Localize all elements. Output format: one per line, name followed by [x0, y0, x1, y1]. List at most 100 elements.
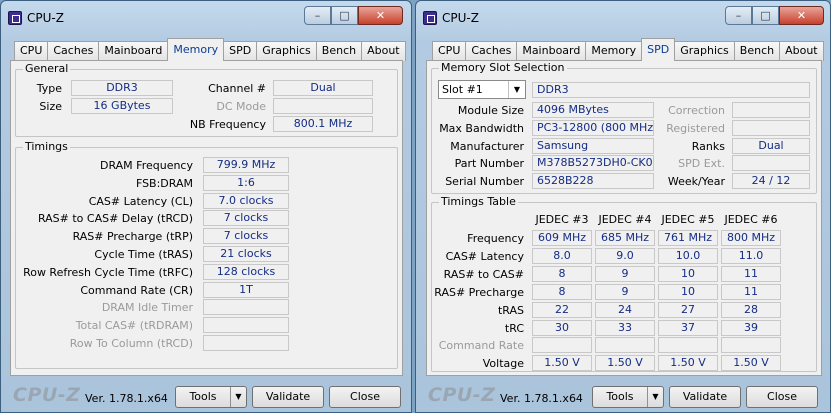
timings-cell	[721, 337, 781, 354]
tab-label: Bench	[321, 44, 357, 57]
title-bar[interactable]: CPU-Z – □ ✕	[416, 1, 830, 32]
close-button[interactable]: Close	[746, 386, 818, 408]
timings-table-group: Timings Table JEDEC #3 JEDEC #4 JEDEC #5 JE…	[431, 195, 817, 372]
timings-cell: 30	[532, 319, 592, 336]
tab-mainboard[interactable]: Mainboard	[516, 41, 587, 61]
timings-cell: 685 MHz	[595, 230, 655, 246]
tab-memory[interactable]: Memory	[167, 38, 225, 61]
timings-cell: 609 MHz	[532, 230, 592, 246]
timings-cell: 9	[595, 265, 655, 282]
timing-value: 21 clocks	[203, 246, 289, 262]
timings-cell: 28	[721, 301, 781, 318]
maximize-button[interactable]: □	[752, 6, 779, 25]
timing-label: Total CAS# (tRDRAM)	[75, 319, 193, 333]
timings-cell: 10	[658, 265, 718, 282]
timings-cell: 11.0	[721, 247, 781, 264]
footer-bar: CPU-Z Ver. 1.78.1.x64 Tools ▼ Validate C…	[416, 381, 830, 411]
timing-label: Command Rate (CR)	[80, 283, 193, 297]
timing-value: 1T	[203, 281, 289, 298]
close-window-button[interactable]: ✕	[779, 6, 824, 25]
tab-graphics[interactable]: Graphics	[256, 41, 317, 61]
spd-field-value	[732, 119, 810, 136]
tab-bar: CPU Caches Mainboard Memory SPD Graphics Bench…	[432, 38, 824, 61]
spd-field-label: Manufacturer	[450, 139, 524, 153]
tab-label: SPD	[647, 43, 670, 56]
jedec-column-header: JEDEC #3	[535, 213, 589, 226]
size-value: 16 GBytes	[71, 98, 173, 114]
spd-field-value: 4096 MBytes	[532, 102, 654, 118]
timings-cell: 8.0	[532, 247, 592, 264]
tab-label: CPU	[20, 44, 43, 57]
timings-row-label: tRC	[504, 321, 524, 335]
timings-cell: 10.0	[658, 247, 718, 264]
timings-row-label: tRAS	[497, 303, 524, 317]
tools-button[interactable]: Tools ▼	[592, 386, 664, 408]
tab-label: Graphics	[680, 44, 729, 57]
validate-button[interactable]: Validate	[252, 386, 324, 408]
window-title: CPU-Z	[442, 11, 479, 25]
timings-row-label: RAS# to CAS#	[443, 267, 524, 281]
tab-label: SPD	[229, 44, 252, 57]
tab-about[interactable]: About	[779, 41, 824, 61]
tab-graphics[interactable]: Graphics	[674, 41, 735, 61]
tab-bar: CPU Caches Mainboard Memory SPD Graphics Bench…	[14, 38, 406, 61]
spd-field-value: Dual	[732, 137, 810, 154]
timing-label: CAS# Latency (CL)	[88, 194, 193, 208]
timings-cell: 39	[721, 319, 781, 336]
timings-cell: 761 MHz	[658, 230, 718, 246]
size-label: Size	[39, 100, 62, 113]
spd-field-label: Ranks	[691, 139, 725, 153]
timings-cell: 8	[532, 283, 592, 300]
title-bar[interactable]: CPU-Z – □ ✕	[1, 1, 411, 32]
timings-cell: 9	[595, 283, 655, 300]
tab-caches[interactable]: Caches	[465, 41, 518, 61]
slot-select[interactable]: Slot #1 ▼	[438, 80, 526, 99]
spd-field-label: Serial Number	[445, 175, 524, 189]
close-window-button[interactable]: ✕	[358, 6, 403, 25]
minimize-button[interactable]: –	[304, 6, 331, 25]
tools-button[interactable]: Tools ▼	[175, 386, 247, 408]
timings-row-label: CAS# Latency	[445, 249, 524, 263]
type-value: DDR3	[71, 80, 173, 96]
tab-spd[interactable]: SPD	[641, 38, 676, 61]
timings-cell: 8	[532, 265, 592, 282]
jedec-column-header: JEDEC #4	[598, 213, 652, 226]
timings-cell	[658, 337, 718, 354]
tab-cpu[interactable]: CPU	[14, 41, 49, 61]
timings-cell: 11	[721, 283, 781, 300]
validate-button[interactable]: Validate	[669, 386, 741, 408]
tab-mainboard[interactable]: Mainboard	[98, 41, 169, 61]
cpuz-logo: CPU-Z	[428, 384, 496, 406]
timing-label: RAS# Precharge (tRP)	[72, 230, 193, 244]
spd-field-label: SPD Ext.	[678, 157, 725, 171]
spd-field-label: Correction	[668, 104, 725, 117]
chevron-down-icon[interactable]: ▼	[508, 81, 525, 98]
tab-about[interactable]: About	[361, 41, 406, 61]
dropdown-arrow-icon[interactable]: ▼	[230, 387, 246, 407]
tab-cpu[interactable]: CPU	[432, 41, 467, 61]
minimize-button[interactable]: –	[725, 6, 752, 25]
tab-caches[interactable]: Caches	[47, 41, 100, 61]
dropdown-arrow-icon[interactable]: ▼	[647, 387, 663, 407]
tab-bench[interactable]: Bench	[733, 41, 781, 61]
nb-frequency-label: NB Frequency	[189, 118, 266, 131]
group-title: Timings	[23, 140, 70, 153]
group-title: General	[23, 62, 71, 75]
tab-label: Mainboard	[522, 44, 581, 57]
channel-label: Channel #	[208, 82, 266, 95]
timings-group: Timings DRAM Frequency 799.9 MHz FSB:DRAM 1…	[15, 140, 398, 369]
timing-value: 1:6	[203, 174, 289, 191]
close-button[interactable]: Close	[329, 386, 401, 408]
timings-row-label: Frequency	[467, 232, 524, 245]
timing-label: Row To Column (tRCD)	[69, 337, 193, 350]
maximize-button[interactable]: □	[331, 6, 358, 25]
tab-bench[interactable]: Bench	[315, 41, 363, 61]
tab-memory[interactable]: Memory	[585, 41, 643, 61]
spd-field-label: Week/Year	[667, 175, 725, 189]
tab-spd[interactable]: SPD	[223, 41, 258, 61]
tab-label: About	[785, 44, 818, 57]
tab-label: Bench	[739, 44, 775, 57]
timings-cell: 9.0	[595, 247, 655, 264]
timing-value: 799.9 MHz	[203, 157, 289, 173]
spd-field-label: Part Number	[454, 157, 524, 171]
